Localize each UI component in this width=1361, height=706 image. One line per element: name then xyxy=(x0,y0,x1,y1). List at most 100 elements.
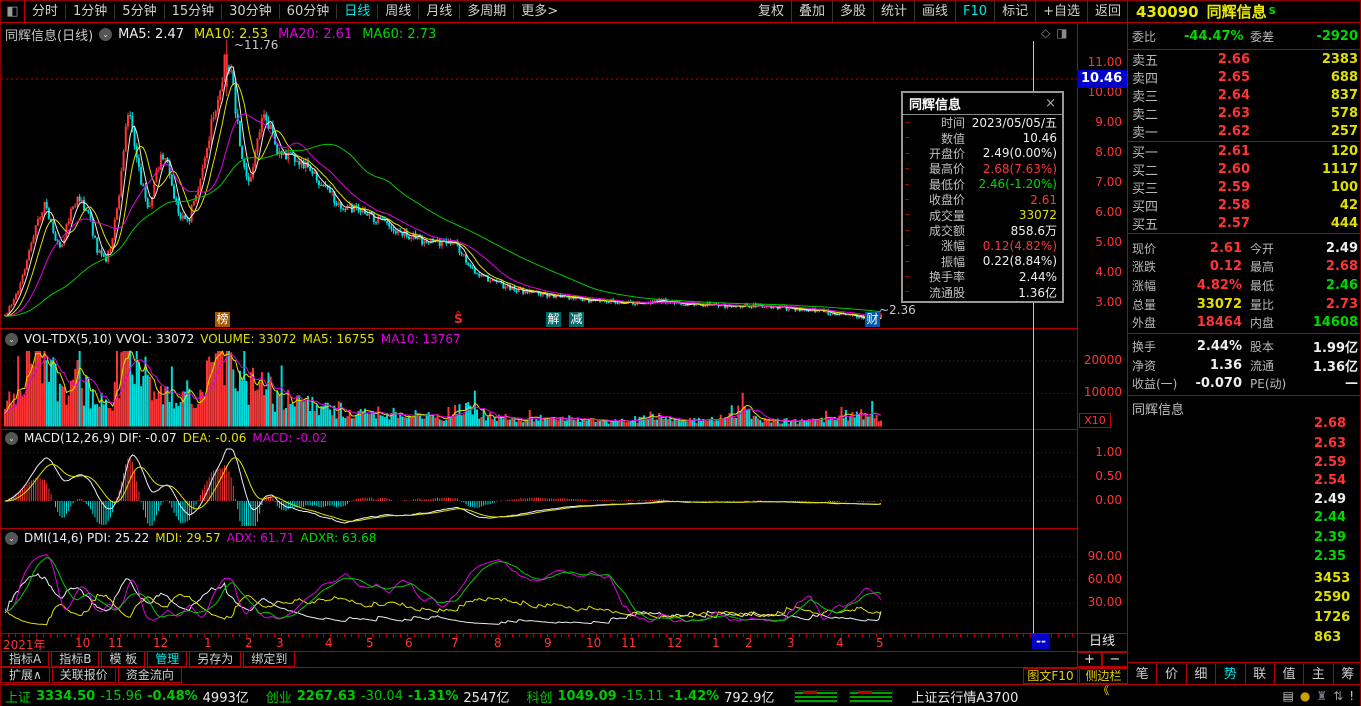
quote-tab[interactable]: 主 xyxy=(1303,664,1332,685)
data-feed-label[interactable]: 上证云行情A3700 xyxy=(911,687,1018,706)
quote-label: 最高 xyxy=(1250,260,1275,275)
indicator-tab[interactable]: 另存为 xyxy=(189,651,242,667)
top-menu-bar: ◧ 分时 1分钟 5分钟 15分钟 30分钟 60分钟 日线 周线 月线 多周期 更多> 复权 叠加多… xyxy=(1,1,1128,23)
sidebar-toggle-button[interactable]: 侧边栏《 xyxy=(1079,668,1128,697)
indicator-tab[interactable]: 绑定到 xyxy=(243,651,296,667)
period-indicator[interactable]: 日线 xyxy=(1077,633,1127,651)
event-marker[interactable]: Ŝ xyxy=(451,312,466,327)
top-menu-item[interactable]: 60分钟 xyxy=(278,4,337,19)
graphic-f10-button[interactable]: 图文F10 xyxy=(1023,668,1078,684)
ask-levels: 卖五 2.66 2383 卖四 2.65 688 卖三 2.64 837 卖二 2.63 578 卖一 2… xyxy=(1128,50,1360,142)
level-volume: 42 xyxy=(1339,198,1358,214)
zoom-in-button[interactable]: + xyxy=(1077,652,1102,667)
collapse-icon[interactable]: ⌄ xyxy=(5,431,18,445)
top-tool-item[interactable]: 标记 xyxy=(994,1,1035,22)
chart-corner-icons[interactable]: ◇◨ xyxy=(1041,26,1074,40)
top-menu-item[interactable]: 更多> xyxy=(513,4,566,19)
top-menu-item[interactable]: 多周期 xyxy=(459,4,514,19)
quote-tab[interactable]: 势 xyxy=(1215,664,1244,685)
top-menu-item[interactable]: 1分钟 xyxy=(65,4,115,19)
quote-tab[interactable]: 筹 xyxy=(1332,664,1360,685)
index-change: -15.11 xyxy=(621,688,664,704)
top-tool-item[interactable]: 叠加 xyxy=(790,1,832,22)
popup-value: 0.12(4.82%) xyxy=(982,238,1057,253)
extension-tab[interactable]: 资金流向 xyxy=(117,667,182,683)
panel-toggle-icon[interactable]: ◧ xyxy=(1,1,25,22)
macd-pane-chart[interactable] xyxy=(1,447,1077,528)
event-marker[interactable]: 解 xyxy=(546,312,561,327)
network-icon[interactable]: ♜ xyxy=(1316,689,1327,703)
top-tool-item[interactable]: 统计 xyxy=(873,1,914,22)
date-label: 1 xyxy=(204,636,212,650)
y-axis-label: 60.00 xyxy=(1087,572,1122,586)
coin-icon[interactable]: ● xyxy=(1300,689,1310,703)
quote-info-row: 收益(一) -0.070 PE(动) — xyxy=(1128,374,1360,393)
divider xyxy=(1128,333,1360,334)
level-price: 2.64 xyxy=(1217,87,1250,103)
popup-value: 10.46 xyxy=(1022,131,1057,146)
level-label: 买二 xyxy=(1132,163,1159,179)
extension-tab[interactable]: 关联报价 xyxy=(51,667,116,683)
event-marker[interactable]: 减 xyxy=(569,312,584,327)
indicator-tab[interactable]: 模 板 xyxy=(101,651,146,667)
quote-value: 33072 xyxy=(1196,296,1242,312)
index-quotes[interactable]: 上证 3334.50 -15.96 -0.48% 4993亿 创业 2267.63 -30.0… xyxy=(5,687,786,706)
volume-pane-chart[interactable] xyxy=(1,349,1077,428)
stock-code: 430090 xyxy=(1136,2,1199,21)
top-tool-item[interactable]: 复权 xyxy=(751,1,791,22)
top-tool-item[interactable]: 多股 xyxy=(831,1,873,22)
indicator-tab[interactable]: 管理 xyxy=(147,651,188,667)
top-tool-item[interactable]: F10 xyxy=(955,1,994,22)
main-chart-header: 同辉信息(日线) ⌄ MA5: 2.47 MA10: 2.53 MA20: 2.61… xyxy=(5,25,436,44)
top-menu-item[interactable]: 15分钟 xyxy=(163,4,222,19)
event-marker[interactable]: 财 xyxy=(865,312,880,327)
date-axis[interactable]: -- 2021年 10 11 12 1 2 3 4 5 6 7 8 9 10 11 12 1 2 3 4 5 xyxy=(1,633,1077,652)
top-menu-item[interactable]: 周线 xyxy=(377,4,419,19)
quote-info-row: 现价 2.61 今开 2.49 xyxy=(1128,239,1360,258)
stock-header[interactable]: 430090 同辉信息 S xyxy=(1128,1,1360,22)
level-volume: 1117 xyxy=(1321,161,1358,177)
quote-tab[interactable]: 联 xyxy=(1244,664,1274,685)
indicator-tab[interactable]: 指标B xyxy=(51,651,100,667)
quote-tab[interactable]: 价 xyxy=(1156,664,1185,685)
quote-tab[interactable]: 值 xyxy=(1273,664,1303,685)
top-menu-item[interactable]: 30分钟 xyxy=(221,4,279,19)
top-menu-item[interactable]: 日线 xyxy=(336,4,378,19)
dmi-pane-chart[interactable] xyxy=(1,547,1077,633)
quote-info-row: 外盘 18464 内盘 14608 xyxy=(1128,313,1360,332)
quote-tab[interactable]: 细 xyxy=(1185,664,1215,685)
quote-value: 1.99亿 xyxy=(1312,340,1358,356)
zoom-out-button[interactable]: − xyxy=(1102,652,1128,667)
quote-label: 净资 xyxy=(1132,358,1157,373)
close-icon[interactable]: × xyxy=(1045,96,1056,111)
y-axis-label: 0.50 xyxy=(1095,469,1122,483)
quote-tab[interactable]: 笔 xyxy=(1128,664,1156,685)
popup-value: 2.61 xyxy=(1030,192,1057,207)
collapse-icon[interactable]: ⌄ xyxy=(99,28,113,41)
top-menu-item[interactable]: 5分钟 xyxy=(114,4,164,19)
event-marker[interactable]: 榜 xyxy=(215,312,230,327)
collapse-icon[interactable]: ⌄ xyxy=(5,332,18,346)
order-book-row: 买二 2.60 1117 xyxy=(1128,160,1360,179)
quote-label: 总量 xyxy=(1132,297,1157,312)
date-label: 2 xyxy=(745,636,753,650)
level-price: 2.61 xyxy=(1217,143,1250,159)
popup-titlebar[interactable]: 同辉信息 × xyxy=(903,93,1062,115)
popup-row: 最低价 2.46(-1.20%) xyxy=(903,177,1062,192)
divider xyxy=(1,651,1128,652)
collapse-icon[interactable]: ⌄ xyxy=(5,531,18,545)
alert-icon[interactable]: ! xyxy=(1349,689,1354,703)
info-popup[interactable]: 同辉信息 × 时间 2023/05/05/五 数值 10.46 开盘价 2.49(0.00… xyxy=(901,91,1064,303)
transfer-icon[interactable]: ⇅ xyxy=(1333,689,1343,703)
stock-flag-badge: S xyxy=(1268,6,1276,17)
order-book-row: 买一 2.61 120 xyxy=(1128,142,1360,161)
top-menu-item[interactable]: 月线 xyxy=(418,4,460,19)
top-tool-item[interactable]: 画线 xyxy=(914,1,955,22)
divider xyxy=(1,429,1077,430)
top-menu-item[interactable]: 分时 xyxy=(25,4,65,19)
chart-title: 同辉信息(日线) xyxy=(5,29,94,44)
quote-label: 换手 xyxy=(1132,339,1157,354)
extension-tab[interactable]: 扩展∧ xyxy=(1,667,50,683)
indicator-tab[interactable]: 指标A xyxy=(1,651,50,667)
message-icon[interactable]: ▤ xyxy=(1283,689,1294,703)
